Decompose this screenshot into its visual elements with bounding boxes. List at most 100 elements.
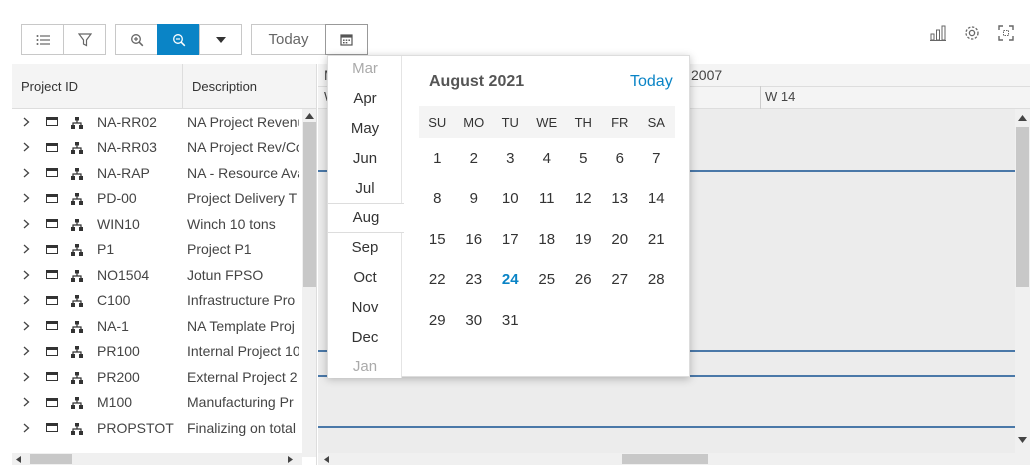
gantt-vertical-scroll-thumb[interactable] (1016, 127, 1029, 287)
scroll-up-icon[interactable] (1018, 115, 1027, 121)
calendar-today-link[interactable]: Today (630, 73, 673, 91)
grid-vertical-scrollbar[interactable] (302, 109, 316, 457)
calendar-day[interactable]: 6 (602, 138, 639, 178)
chevron-right-icon[interactable] (20, 346, 32, 356)
scroll-right-icon[interactable] (288, 456, 293, 463)
table-row[interactable]: P1 Project P1 (12, 237, 302, 263)
gear-icon[interactable] (961, 22, 983, 44)
month-option-mar[interactable]: Mar (328, 54, 402, 84)
zoom-in-button[interactable] (115, 24, 158, 55)
calendar-day[interactable]: 31 (492, 300, 529, 340)
zoom-out-button[interactable] (157, 24, 200, 55)
chevron-right-icon[interactable] (20, 244, 32, 254)
calendar-day[interactable]: 9 (456, 179, 493, 219)
calendar-day[interactable]: 2 (456, 138, 493, 178)
calendar-day[interactable]: 23 (456, 260, 493, 300)
month-option-dec[interactable]: Dec (328, 322, 402, 352)
column-header-description[interactable]: Description (192, 64, 257, 109)
table-row[interactable]: C100 Infrastructure Pro (12, 288, 302, 314)
calendar-day[interactable]: 21 (638, 219, 675, 259)
calendar-day[interactable]: 28 (638, 260, 675, 300)
month-option-apr[interactable]: Apr (328, 84, 402, 114)
calendar-day[interactable]: 29 (419, 300, 456, 340)
calendar-day[interactable]: 10 (492, 179, 529, 219)
month-list[interactable]: Mar Apr May Jun Jul Aug Sep Oct Nov Dec Jan (328, 54, 404, 378)
list-view-button[interactable] (21, 24, 64, 55)
calendar-day[interactable]: 27 (602, 260, 639, 300)
grid-vertical-scroll-thumb[interactable] (303, 122, 316, 287)
table-row[interactable]: NA-RAP NA - Resource Ava (12, 160, 302, 186)
calendar-day[interactable]: 24 (492, 260, 529, 300)
table-row[interactable]: NA-RR02 NA Project Revenu (12, 109, 302, 135)
calendar-day[interactable]: 16 (456, 219, 493, 259)
chevron-right-icon[interactable] (20, 270, 32, 280)
calendar-day[interactable]: 25 (529, 260, 566, 300)
month-option-may[interactable]: May (328, 114, 402, 144)
grid-horizontal-scroll-thumb[interactable] (30, 454, 72, 464)
column-separator[interactable] (182, 64, 183, 109)
month-option-jan[interactable]: Jan (328, 352, 402, 382)
scroll-left-icon[interactable] (16, 456, 21, 463)
table-row[interactable]: WIN10 Winch 10 tons (12, 211, 302, 237)
chevron-right-icon[interactable] (20, 168, 32, 178)
calendar-day[interactable]: 11 (529, 179, 566, 219)
month-option-oct[interactable]: Oct (328, 263, 402, 293)
calendar-day[interactable]: 7 (638, 138, 675, 178)
month-option-nov[interactable]: Nov (328, 292, 402, 322)
table-row[interactable]: NO1504 Jotun FPSO (12, 262, 302, 288)
table-row[interactable]: PR100 Internal Project 10 (12, 339, 302, 365)
calendar-day[interactable]: 8 (419, 179, 456, 219)
chevron-right-icon[interactable] (20, 295, 32, 305)
calendar-day[interactable]: 30 (456, 300, 493, 340)
calendar-day[interactable]: 13 (602, 179, 639, 219)
calendar-day[interactable]: 4 (529, 138, 566, 178)
table-row[interactable]: PR200 External Project 2 (12, 364, 302, 390)
scroll-down-icon[interactable] (1018, 437, 1027, 443)
table-row[interactable]: PROPSTOT Finalizing on total (12, 415, 302, 441)
gantt-vertical-scrollbar[interactable] (1015, 109, 1030, 465)
table-row[interactable]: M100 Manufacturing Pr (12, 390, 302, 416)
month-option-sep[interactable]: Sep (328, 233, 402, 263)
chevron-right-icon[interactable] (20, 397, 32, 407)
scroll-up-icon[interactable] (305, 113, 314, 119)
column-header-project-id[interactable]: Project ID (21, 64, 78, 109)
calendar-day[interactable]: 15 (419, 219, 456, 259)
calendar-day[interactable]: 19 (565, 219, 602, 259)
calendar-day[interactable]: 17 (492, 219, 529, 259)
calendar-day[interactable]: 26 (565, 260, 602, 300)
calendar-icon (340, 34, 353, 46)
chevron-right-icon[interactable] (20, 219, 32, 229)
project-bar-line[interactable] (318, 426, 1030, 428)
calendar-day[interactable]: 20 (602, 219, 639, 259)
month-option-jun[interactable]: Jun (328, 143, 402, 173)
calendar-day[interactable]: 5 (565, 138, 602, 178)
calendar-day[interactable]: 3 (492, 138, 529, 178)
table-row[interactable]: PD-00 Project Delivery T (12, 186, 302, 212)
calendar-day[interactable]: 14 (638, 179, 675, 219)
table-row[interactable]: NA-RR03 NA Project Rev/Co (12, 135, 302, 161)
scroll-left-icon[interactable] (324, 456, 329, 463)
chevron-right-icon[interactable] (20, 423, 32, 433)
table-row[interactable]: NA-1 NA Template Proj (12, 313, 302, 339)
calendar-day[interactable]: 18 (529, 219, 566, 259)
date-picker-button[interactable] (325, 24, 368, 55)
chevron-right-icon[interactable] (20, 117, 32, 127)
calendar-day[interactable]: 12 (565, 179, 602, 219)
chevron-right-icon[interactable] (20, 142, 32, 152)
today-button[interactable]: Today (251, 24, 326, 55)
gantt-horizontal-scrollbar[interactable] (318, 453, 1015, 465)
filter-button[interactable] (63, 24, 106, 55)
chart-view-icon[interactable] (927, 22, 949, 44)
grid-horizontal-scrollbar[interactable] (12, 453, 302, 465)
gantt-horizontal-scroll-thumb[interactable] (622, 454, 708, 464)
zoom-dropdown-button[interactable] (199, 24, 242, 55)
project-id-cell: NA-RAP (97, 164, 150, 181)
month-option-jul[interactable]: Jul (328, 173, 402, 203)
calendar-day[interactable]: 1 (419, 138, 456, 178)
chevron-right-icon[interactable] (20, 321, 32, 331)
month-option-aug[interactable]: Aug (328, 203, 404, 233)
fullscreen-icon[interactable] (995, 22, 1017, 44)
calendar-day[interactable]: 22 (419, 260, 456, 300)
chevron-right-icon[interactable] (20, 193, 32, 203)
chevron-right-icon[interactable] (20, 372, 32, 382)
